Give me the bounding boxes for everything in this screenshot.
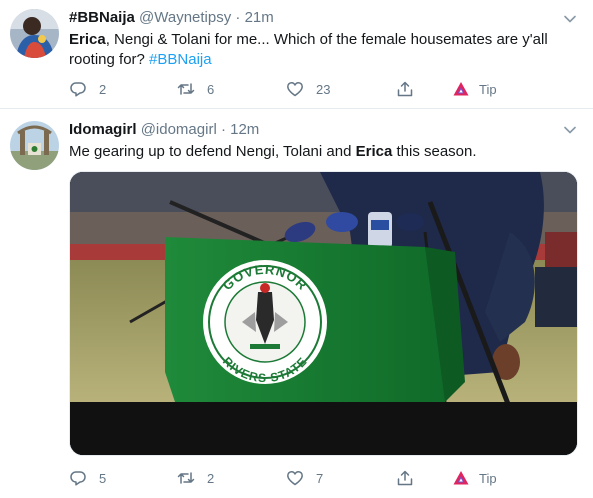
tweet-actions: 2 6 23 Tip bbox=[69, 78, 509, 100]
reply-button[interactable]: 2 bbox=[69, 78, 106, 100]
tip-label: Tip bbox=[479, 470, 497, 486]
tweet-header: Idomagirl @idomagirl · 12m bbox=[69, 120, 563, 140]
avatar[interactable] bbox=[10, 121, 59, 170]
reply-button[interactable]: 5 bbox=[69, 467, 106, 489]
share-icon bbox=[397, 81, 413, 97]
retweet-count: 6 bbox=[207, 81, 215, 97]
reply-count: 5 bbox=[99, 470, 107, 486]
tweet-text-body: Me gearing up to defend Nengi, Tolani an… bbox=[69, 143, 356, 160]
separator: · bbox=[235, 9, 241, 26]
heart-icon bbox=[287, 82, 303, 97]
avatar-image bbox=[10, 9, 59, 58]
tip-button[interactable]: Tip bbox=[452, 78, 497, 100]
tweet-text-body: this season. bbox=[392, 143, 477, 160]
highlighted-term: Erica bbox=[69, 31, 106, 48]
avatar-image bbox=[10, 121, 59, 170]
highlighted-term: Erica bbox=[355, 143, 393, 160]
share-button[interactable] bbox=[396, 467, 414, 489]
tweet-actions: 5 2 7 Tip bbox=[69, 467, 509, 489]
tip-icon bbox=[453, 471, 469, 485]
tweet-header: #BBNaija @Waynetipsy · 21m bbox=[69, 8, 563, 28]
share-button[interactable] bbox=[396, 78, 414, 100]
reply-icon bbox=[70, 471, 86, 486]
podium-photo: GOVERNOR RIVERS STATE bbox=[70, 172, 577, 455]
retweet-icon bbox=[177, 472, 195, 484]
tweet-media-image[interactable]: GOVERNOR RIVERS STATE bbox=[69, 171, 578, 456]
tweet[interactable]: #BBNaija @Waynetipsy · 21m Erica, Nengi … bbox=[0, 0, 593, 108]
handle[interactable]: @Waynetipsy bbox=[139, 9, 231, 26]
retweet-icon bbox=[177, 83, 195, 95]
hashtag-link[interactable]: #BBNaija bbox=[149, 51, 212, 68]
separator: · bbox=[220, 121, 226, 138]
share-icon bbox=[397, 470, 413, 486]
retweet-button[interactable]: 6 bbox=[177, 78, 214, 100]
tweet-text: Erica, Nengi & Tolani for me... Which of… bbox=[69, 30, 573, 70]
reply-icon bbox=[70, 82, 86, 97]
tweet[interactable]: Idomagirl @idomagirl · 12m Me gearing up… bbox=[0, 109, 593, 498]
display-name[interactable]: Idomagirl bbox=[69, 121, 137, 138]
tip-button[interactable]: Tip bbox=[452, 467, 497, 489]
tweet-text: Me gearing up to defend Nengi, Tolani an… bbox=[69, 142, 573, 162]
handle[interactable]: @idomagirl bbox=[141, 121, 217, 138]
chevron-down-icon[interactable] bbox=[563, 123, 577, 137]
heart-icon bbox=[287, 471, 303, 486]
avatar[interactable] bbox=[10, 9, 59, 58]
chevron-down-icon[interactable] bbox=[563, 12, 577, 26]
like-count: 23 bbox=[316, 81, 331, 97]
like-button[interactable]: 23 bbox=[286, 78, 330, 100]
display-name[interactable]: #BBNaija bbox=[69, 9, 135, 26]
reply-count: 2 bbox=[99, 81, 107, 97]
timestamp[interactable]: 21m bbox=[245, 9, 274, 26]
retweet-button[interactable]: 2 bbox=[177, 467, 214, 489]
like-count: 7 bbox=[316, 470, 324, 486]
tip-icon bbox=[453, 82, 469, 96]
tip-label: Tip bbox=[479, 81, 497, 97]
retweet-count: 2 bbox=[207, 470, 215, 486]
tweet-text-body: , Nengi & Tolani for me... Which of the … bbox=[69, 31, 548, 68]
like-button[interactable]: 7 bbox=[286, 467, 323, 489]
timestamp[interactable]: 12m bbox=[230, 121, 259, 138]
